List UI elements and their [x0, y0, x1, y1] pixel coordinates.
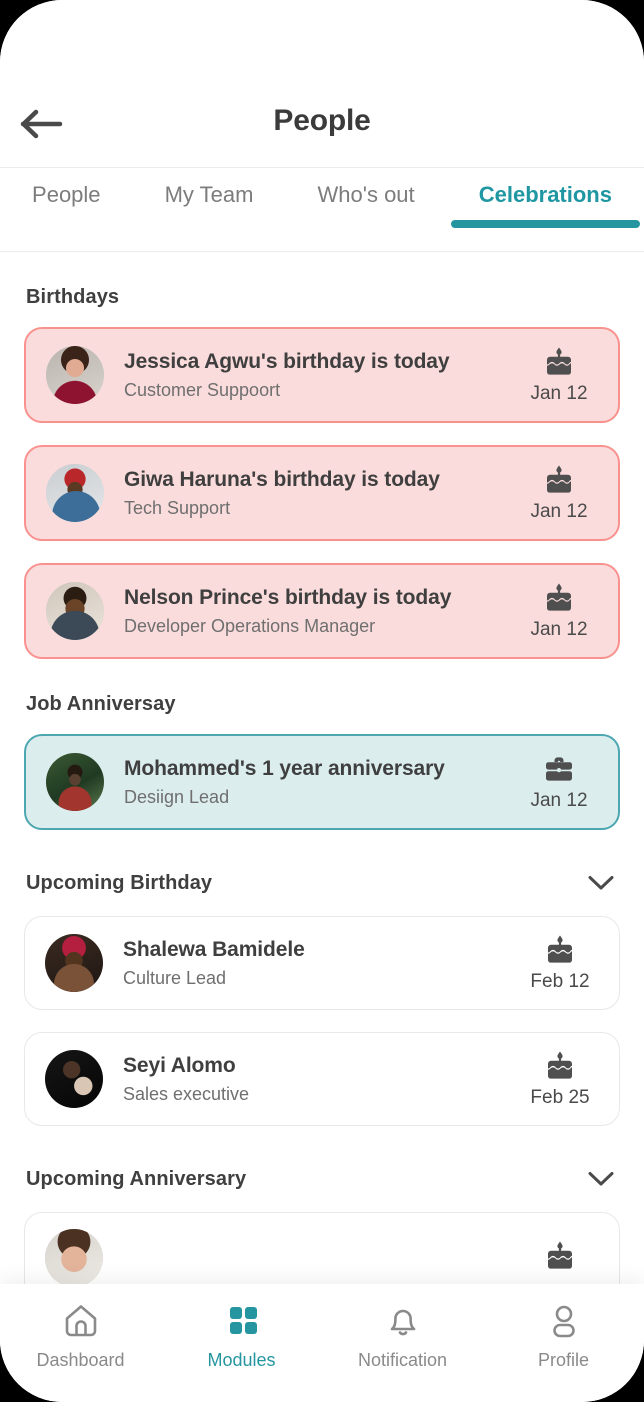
section-title-birthdays: Birthdays — [26, 286, 120, 308]
cake-icon — [542, 463, 576, 497]
cake-icon — [543, 1239, 577, 1273]
card-title: Giwa Haruna's birthday is today — [124, 467, 440, 491]
avatar — [46, 753, 104, 811]
avatar — [45, 1229, 103, 1287]
person-icon — [542, 1300, 586, 1340]
card-text: Nelson Prince's birthday is today Develo… — [104, 585, 520, 638]
nav-item-modules[interactable]: Modules — [161, 1300, 322, 1371]
card-subtitle: Culture Lead — [123, 967, 227, 988]
card-text: Seyi Alomo Sales executive — [103, 1053, 521, 1106]
cake-icon — [543, 933, 577, 967]
tab-active-indicator — [450, 220, 641, 228]
card-meta — [521, 1239, 599, 1277]
card-text: Giwa Haruna's birthday is today Tech Sup… — [104, 467, 520, 520]
celebrations-content[interactable]: Birthdays Jessica Agwu's birthday is tod… — [0, 252, 644, 1401]
chevron-down-icon[interactable] — [584, 866, 618, 900]
card-text: Jessica Agwu's birthday is today Custome… — [104, 349, 520, 402]
card-text: Shalewa Bamidele Culture Lead — [103, 937, 521, 990]
tab-my-team[interactable]: My Team — [133, 182, 286, 226]
card-subtitle: Tech Support — [124, 497, 231, 518]
card-subtitle: Desiign Lead — [124, 786, 230, 807]
tab-people[interactable]: People — [0, 182, 133, 226]
card-meta: Jan 12 — [520, 581, 598, 641]
cake-icon — [542, 345, 576, 379]
card-title: Mohammed's 1 year anniversary — [124, 756, 445, 780]
bell-icon — [381, 1300, 425, 1340]
nav-label: Notification — [357, 1350, 448, 1370]
nav-item-profile[interactable]: Profile — [483, 1300, 644, 1371]
chevron-down-icon[interactable] — [584, 1162, 618, 1196]
cake-icon — [542, 581, 576, 615]
section-title-upcoming-birthday: Upcoming Birthday — [26, 871, 213, 894]
card-date: Jan 12 — [530, 501, 588, 522]
home-icon — [59, 1300, 103, 1340]
tab-whos-out[interactable]: Who's out — [285, 182, 446, 226]
upcoming-birthday-card[interactable]: Seyi Alomo Sales executive Feb 25 — [24, 1032, 620, 1126]
avatar — [45, 1050, 103, 1108]
tab-label: People — [32, 182, 101, 207]
card-date: Feb 12 — [530, 971, 590, 992]
card-meta: Jan 12 — [520, 463, 598, 523]
card-meta: Feb 12 — [521, 933, 599, 993]
upcoming-birthday-card[interactable]: Shalewa Bamidele Culture Lead Feb 12 — [24, 916, 620, 1010]
section-title-upcoming-anniversary: Upcoming Anniversary — [26, 1167, 247, 1190]
app-header: People — [0, 0, 644, 168]
section-title-job-anniversary: Job Anniversay — [26, 693, 176, 715]
nav-label: Profile — [537, 1350, 590, 1370]
bottom-navigation: Dashboard Modules Notification Profile — [0, 1284, 644, 1402]
tab-bar: People My Team Who's out Celebrations — [0, 168, 644, 252]
card-title: Jessica Agwu's birthday is today — [124, 349, 450, 373]
card-subtitle: Developer Operations Manager — [124, 615, 376, 636]
cake-icon — [543, 1049, 577, 1083]
section-header-upcoming-birthday[interactable]: Upcoming Birthday — [26, 866, 618, 900]
tab-label: My Team — [164, 182, 254, 207]
avatar — [45, 934, 103, 992]
card-meta: Jan 12 — [520, 345, 598, 405]
card-date: Jan 12 — [530, 619, 588, 640]
tab-label: Who's out — [317, 182, 415, 207]
card-subtitle: Sales executive — [123, 1083, 250, 1104]
card-meta: Jan 12 — [520, 752, 598, 812]
avatar — [46, 464, 104, 522]
page-title: People — [273, 104, 371, 137]
anniversary-card[interactable]: Mohammed's 1 year anniversary Desiign Le… — [24, 734, 620, 830]
section-header-upcoming-anniversary[interactable]: Upcoming Anniversary — [26, 1162, 618, 1196]
card-title: Shalewa Bamidele — [123, 937, 305, 961]
card-title: Seyi Alomo — [123, 1053, 236, 1077]
nav-label: Dashboard — [36, 1350, 125, 1370]
nav-item-notification[interactable]: Notification — [322, 1300, 483, 1371]
card-title: Nelson Prince's birthday is today — [124, 585, 452, 609]
avatar — [46, 582, 104, 640]
card-text: Mohammed's 1 year anniversary Desiign Le… — [104, 756, 520, 809]
card-date: Jan 12 — [530, 790, 588, 811]
birthday-card[interactable]: Giwa Haruna's birthday is today Tech Sup… — [24, 445, 620, 541]
tab-label: Celebrations — [478, 182, 612, 207]
nav-label: Modules — [207, 1350, 276, 1370]
card-meta: Feb 25 — [521, 1049, 599, 1109]
card-date: Feb 25 — [530, 1087, 590, 1108]
nav-item-dashboard[interactable]: Dashboard — [0, 1300, 161, 1371]
card-text — [103, 1256, 521, 1261]
birthday-card[interactable]: Nelson Prince's birthday is today Develo… — [24, 563, 620, 659]
briefcase-icon — [542, 752, 576, 786]
card-date: Jan 12 — [530, 383, 588, 404]
card-subtitle: Customer Suppoort — [124, 379, 281, 400]
grid-icon — [220, 1300, 264, 1340]
tab-celebrations[interactable]: Celebrations — [447, 182, 644, 228]
avatar — [46, 346, 104, 404]
phone-screen: People People My Team Who's out Celebrat… — [0, 0, 644, 1402]
birthday-card[interactable]: Jessica Agwu's birthday is today Custome… — [24, 327, 620, 423]
